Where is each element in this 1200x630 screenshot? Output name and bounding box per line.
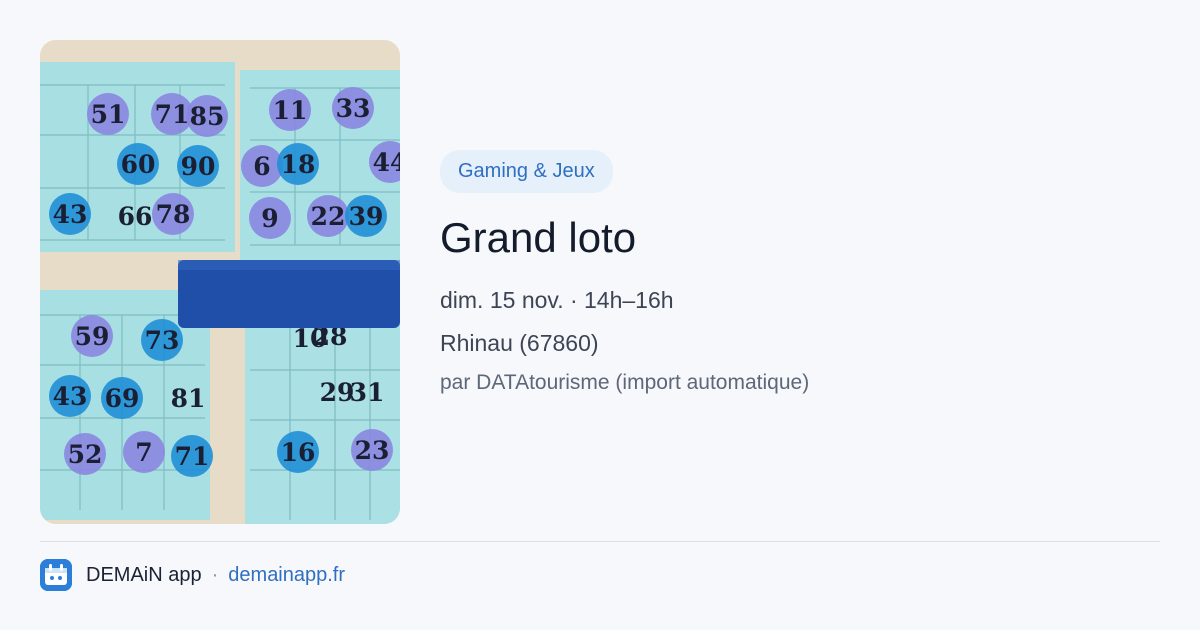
card-number: 7 [135, 438, 152, 467]
card-number: 43 [53, 200, 88, 229]
card-number: 85 [190, 102, 225, 131]
domain-link[interactable]: demainapp.fr [228, 564, 345, 587]
event-source: par DATAtourisme (import automatique) [440, 371, 810, 394]
card-number: 16 [281, 438, 316, 467]
card-number: 73 [145, 326, 180, 355]
card-number: 90 [181, 152, 216, 181]
event-title[interactable]: Grand loto [440, 213, 1140, 263]
card-number: 9 [261, 204, 278, 233]
card-number: 66 [118, 202, 153, 231]
card-number: 31 [350, 378, 385, 407]
footer: DEMAiN app · demainapp.fr [40, 558, 345, 592]
card-number: 22 [311, 202, 346, 231]
card-number: 51 [91, 100, 126, 129]
app-name[interactable]: DEMAiN app [86, 564, 202, 587]
footer-separator: · [211, 563, 219, 586]
event-date: dim. 15 nov. · 14h–16h [440, 287, 674, 313]
card-number: 43 [53, 382, 88, 411]
card-number: 39 [349, 202, 384, 231]
event-place: Rhinau (67860) [440, 330, 599, 356]
event-info: Gaming & Jeux Grand loto dim. 15 nov. · … [440, 150, 1140, 395]
category-badge[interactable]: Gaming & Jeux [440, 150, 613, 193]
card-number: 81 [171, 384, 206, 413]
card-number: 6 [253, 152, 270, 181]
card-number: 60 [121, 150, 156, 179]
card-number: 18 [281, 150, 316, 179]
card-number: 78 [156, 200, 191, 229]
footer-divider [40, 541, 1160, 542]
card-number: 71 [175, 442, 210, 471]
card-number: 69 [105, 384, 140, 413]
card-number: 59 [75, 322, 110, 351]
card-number: 11 [273, 96, 308, 125]
card-number: 23 [355, 436, 390, 465]
card-number: 52 [68, 440, 103, 469]
card-number: 33 [336, 94, 371, 123]
card-number: 44 [373, 148, 400, 177]
card-number: 71 [155, 100, 190, 129]
app-logo-icon[interactable] [40, 559, 72, 591]
event-photo: 51 71 85 11 33 60 90 6 18 44 43 66 78 9 22 39 59 73 10 28 43… [40, 40, 400, 524]
